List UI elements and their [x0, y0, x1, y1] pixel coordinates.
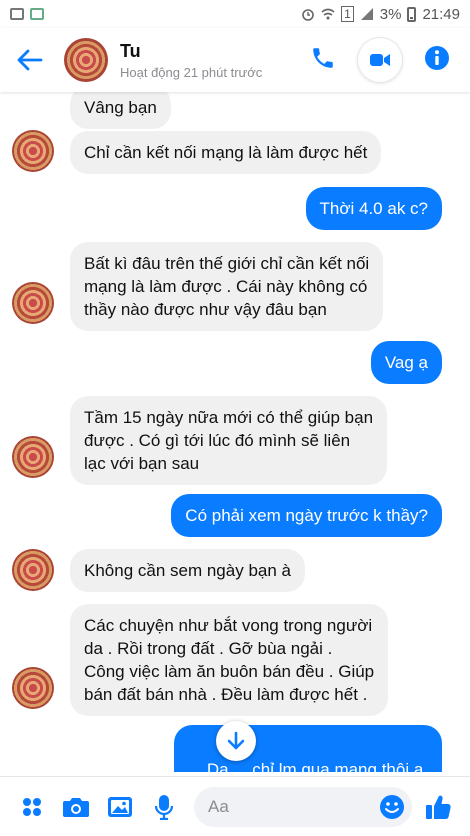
message-bubble-incoming[interactable]: Chỉ cần kết nối mạng là làm được hết — [70, 131, 382, 174]
message-text: Thời 4.0 ak c? — [319, 199, 428, 218]
contact-info[interactable]: Tu Hoạt động 21 phút trước — [120, 41, 262, 80]
voice-button[interactable] — [142, 785, 186, 829]
message-bubble-outgoing[interactable]: Vag ạ — [370, 341, 442, 384]
message-bubble-incoming[interactable]: Bất kì đâu trên thế giới chỉ cần kết nối… — [70, 242, 384, 331]
sender-avatar[interactable] — [12, 667, 54, 709]
message-composer — [0, 776, 470, 836]
arrow-down-icon — [227, 731, 245, 750]
message-bubble-outgoing[interactable]: Có phải xem ngày trước k thầy? — [171, 494, 442, 537]
contact-name: Tu — [120, 40, 141, 61]
message-line: Các chuyện như bắt vong trong người — [84, 616, 373, 635]
message-text: Vag ạ — [384, 353, 428, 372]
info-icon — [425, 45, 449, 70]
back-arrow-icon — [17, 49, 43, 71]
message-bubble-incoming[interactable]: Vâng bạn — [70, 92, 171, 129]
message-list[interactable]: Vâng bạn Chỉ cần kết nối mạng là làm đượ… — [0, 92, 470, 772]
message-text: Không cần sem ngày bạn à — [84, 561, 291, 580]
camera-button[interactable] — [54, 785, 98, 829]
message-input-container[interactable] — [194, 786, 412, 827]
like-button[interactable] — [416, 785, 460, 829]
info-button[interactable] — [424, 45, 450, 76]
scroll-to-bottom-button[interactable] — [216, 721, 256, 761]
conversation-header: Tu Hoạt động 21 phút trước — [0, 28, 470, 92]
sender-avatar[interactable] — [12, 282, 54, 324]
message-bubble-incoming[interactable]: Các chuyện như bắt vong trong người da .… — [70, 604, 389, 716]
message-bubble-outgoing[interactable]: Thời 4.0 ak c? — [305, 187, 442, 230]
emoji-button[interactable] — [378, 793, 406, 821]
emoji-icon — [380, 794, 404, 819]
phone-icon — [313, 47, 333, 68]
clock: 21:49 — [422, 5, 460, 23]
message-line: được . Có gì tới lúc đó mình sẽ liên — [84, 431, 351, 450]
video-camera-icon — [370, 54, 390, 66]
message-line: Bất kì đâu trên thế giới chỉ cần kết nối — [84, 254, 370, 273]
like-icon — [426, 795, 451, 819]
sender-avatar[interactable] — [12, 549, 54, 591]
gallery-icon — [108, 796, 132, 817]
microphone-icon — [154, 794, 174, 820]
battery-percent: 3% — [379, 5, 402, 23]
back-button[interactable] — [0, 28, 60, 92]
message-text: Dạ chỉ lm qua mạng thôi ạ. — [206, 760, 428, 772]
sender-avatar[interactable] — [12, 130, 54, 172]
message-line: thầy nào được như vậy đâu bạn — [84, 300, 327, 319]
message-line: Công việc làm ăn buôn bán đều . Giúp — [84, 662, 375, 681]
gallery-button[interactable] — [98, 785, 142, 829]
call-button[interactable] — [310, 45, 336, 76]
app-notification-icon — [30, 8, 44, 20]
message-line: lạc với bạn sau — [84, 454, 200, 473]
contact-avatar[interactable] — [64, 38, 108, 82]
more-actions-button[interactable] — [10, 785, 54, 829]
message-line: da . Rồi trong đất . Gỡ bùa ngải . — [84, 639, 333, 658]
message-line: mạng là làm được . Cái này không có — [84, 277, 368, 296]
camera-icon — [63, 797, 89, 817]
sim-indicator: 1 — [341, 6, 354, 22]
message-bubble-outgoing[interactable]: Dạ chỉ lm qua mạng thôi ạ. — [173, 725, 442, 772]
message-line: bán đất bán nhà . Đều làm được hết . — [84, 685, 368, 704]
message-text: Chỉ cần kết nối mạng là làm được hết — [84, 143, 368, 162]
message-bubble-incoming[interactable]: Tầm 15 ngày nữa mới có thể giúp bạn được… — [70, 396, 388, 485]
message-line: Tầm 15 ngày nữa mới có thể giúp bạn — [84, 408, 374, 427]
message-input[interactable] — [208, 796, 378, 817]
message-text: Có phải xem ngày trước k thầy? — [185, 506, 428, 525]
message-text: Vâng bạn — [84, 98, 157, 117]
message-bubble-incoming[interactable]: Không cần sem ngày bạn à — [70, 549, 305, 592]
sender-avatar[interactable] — [12, 436, 54, 478]
battery-icon — [407, 6, 417, 22]
signal-icon — [360, 7, 374, 21]
alarm-icon — [301, 7, 315, 21]
video-call-button[interactable] — [358, 38, 402, 82]
menu-dots-icon — [23, 797, 41, 816]
wifi-icon — [321, 7, 335, 21]
active-status: Hoạt động 21 phút trước — [120, 64, 263, 80]
status-bar: 1 3% 21:49 — [0, 0, 470, 28]
gallery-notification-icon — [10, 8, 24, 20]
